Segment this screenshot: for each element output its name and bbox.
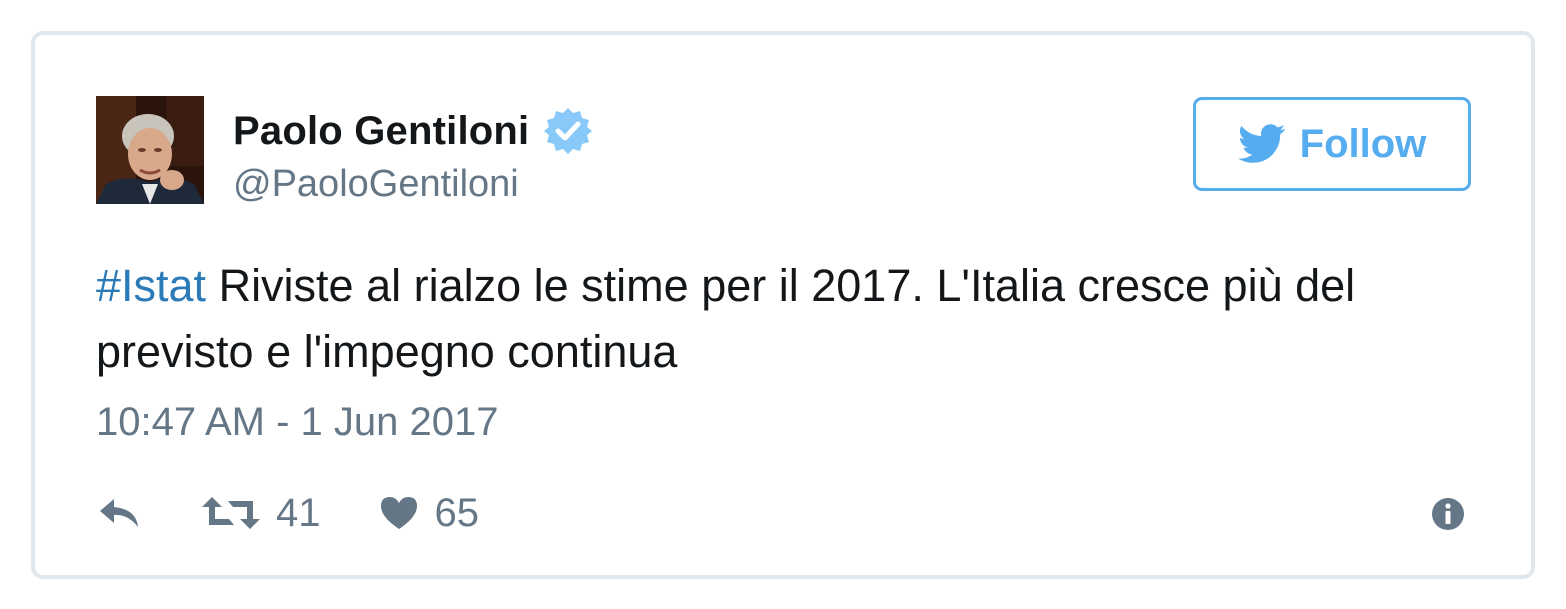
- reply-icon: [100, 499, 138, 527]
- info-icon[interactable]: [1431, 497, 1465, 531]
- reply-button[interactable]: [96, 495, 148, 531]
- display-name[interactable]: Paolo Gentiloni: [233, 109, 529, 154]
- user-handle[interactable]: @PaoloGentiloni: [233, 163, 519, 206]
- retweet-icon: [202, 497, 260, 529]
- retweet-count: 41: [276, 490, 321, 535]
- twitter-bird-icon: [1237, 124, 1286, 164]
- tweet-card: Paolo Gentiloni @PaoloGentiloni Follow #…: [31, 31, 1535, 579]
- verified-badge-icon: [543, 106, 593, 156]
- heart-icon: [380, 497, 417, 529]
- follow-button[interactable]: Follow: [1193, 97, 1471, 191]
- follow-label: Follow: [1299, 121, 1427, 166]
- tweet-actions: 41 65: [96, 485, 479, 541]
- retweet-button[interactable]: 41: [202, 491, 321, 536]
- avatar-photo: [96, 96, 204, 204]
- avatar[interactable]: [96, 96, 204, 204]
- hashtag-link[interactable]: #Istat: [96, 260, 206, 311]
- tweet-body: Riviste al rialzo le stime per il 2017. …: [96, 260, 1356, 377]
- name-row: Paolo Gentiloni: [233, 107, 593, 155]
- tweet-text: #Istat Riviste al rialzo le stime per il…: [96, 253, 1496, 385]
- like-button[interactable]: 65: [379, 490, 480, 536]
- like-count: 65: [434, 490, 480, 535]
- tweet-timestamp[interactable]: 10:47 AM - 1 Jun 2017: [96, 400, 499, 445]
